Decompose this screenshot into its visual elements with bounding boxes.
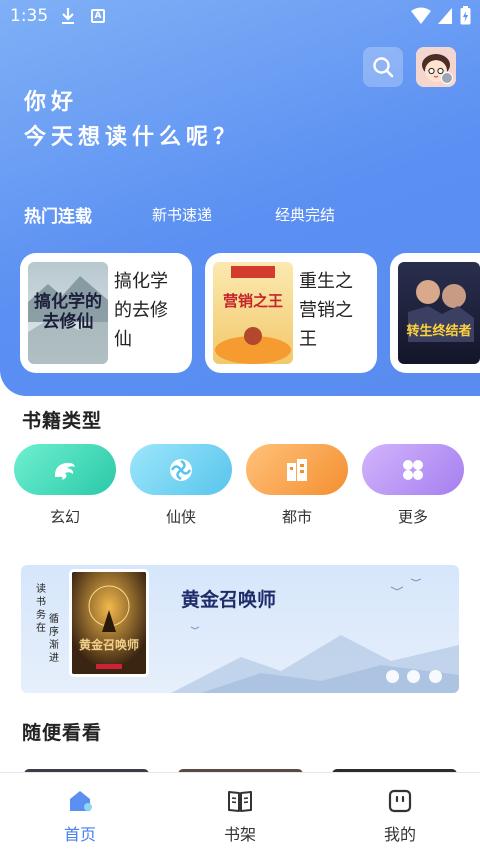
book-cover: 转生终结者	[398, 262, 480, 364]
tab-hot-serial[interactable]: 热门连载	[24, 202, 92, 227]
building-icon	[287, 458, 307, 481]
tab-new-books[interactable]: 新书速递	[152, 204, 212, 225]
category-label: 玄幻	[49, 508, 80, 526]
book-cover-title: 搞化学的去修仙	[34, 292, 102, 332]
header-banner: 1:35 A 你好 今天想读什么呢？ 热门连载 新书速递 经典完结 搞化学的去修…	[0, 0, 480, 396]
category-label: 都市	[281, 508, 312, 526]
download-icon	[62, 8, 74, 24]
book-cover: 营销之王	[213, 262, 293, 364]
greeting-hello: 你好	[24, 90, 79, 115]
category-more-button[interactable]	[362, 444, 464, 495]
greeting-question: 今天想读什么呢？	[24, 125, 241, 150]
avatar[interactable]	[416, 47, 456, 87]
book-card[interactable]: 营销之王 重生之营销之王	[205, 253, 377, 373]
banner-title: 黄金召唤师	[181, 589, 277, 611]
battery-icon	[460, 6, 471, 25]
promo-banner[interactable]: 读书务在 循序渐进 黄金召唤师 黄金召唤师	[21, 565, 459, 693]
nav-bookshelf[interactable]: 书架	[200, 787, 280, 845]
categories-title: 书籍类型	[22, 410, 103, 432]
grid-icon	[403, 459, 423, 480]
search-icon	[373, 57, 394, 78]
nav-label: 首页	[63, 825, 96, 844]
book-card[interactable]: 转生终结者	[390, 253, 480, 373]
tab-classic-finished[interactable]: 经典完结	[275, 204, 335, 225]
home-icon	[70, 791, 92, 811]
book-cover-title: 转生终结者	[406, 324, 472, 339]
profile-icon	[388, 789, 412, 813]
book-icon	[228, 791, 252, 812]
nav-home[interactable]: 首页	[40, 787, 120, 845]
dragon-icon	[54, 462, 75, 480]
banner-cover-title: 黄金召唤师	[78, 638, 139, 652]
banner-vertical-text: 读书务在	[36, 584, 46, 634]
nav-profile[interactable]: 我的	[360, 787, 440, 845]
search-button[interactable]	[363, 47, 403, 87]
category-xuanhuan-button[interactable]	[14, 444, 116, 495]
nav-label: 我的	[383, 825, 416, 844]
book-cover: 搞化学的去修仙	[28, 262, 108, 364]
book-title: 搞化学的去修仙	[114, 271, 168, 350]
banner-vertical-text: 循序渐进	[49, 614, 59, 664]
swirl-icon	[170, 458, 192, 481]
category-label: 更多	[397, 508, 428, 526]
category-label: 仙侠	[165, 508, 196, 526]
book-tabs: 热门连载 新书速递 经典完结	[0, 200, 480, 230]
book-cover-title: 营销之王	[222, 292, 283, 310]
bottom-navigation: 首页 书架 我的	[0, 772, 480, 853]
carousel-dot[interactable]	[386, 670, 399, 683]
category-xianxia-button[interactable]	[130, 444, 232, 495]
book-card[interactable]: 搞化学的去修仙 搞化学的去修仙	[20, 253, 192, 373]
nav-label: 书架	[223, 825, 256, 844]
carousel-dot[interactable]	[407, 670, 420, 683]
random-section-title: 随便看看	[22, 722, 103, 744]
banner-book-cover: 黄金召唤师	[69, 569, 149, 677]
status-bar: 1:35 A	[0, 0, 480, 34]
signal-icon	[438, 8, 452, 24]
wifi-icon	[411, 7, 431, 24]
app-notification-icon: A	[91, 9, 105, 23]
book-title: 重生之营销之王	[299, 271, 353, 350]
category-dushi-button[interactable]	[246, 444, 348, 495]
status-time: 1:35	[10, 6, 49, 26]
avatar-badge	[441, 72, 453, 84]
carousel-dot[interactable]	[429, 670, 442, 683]
